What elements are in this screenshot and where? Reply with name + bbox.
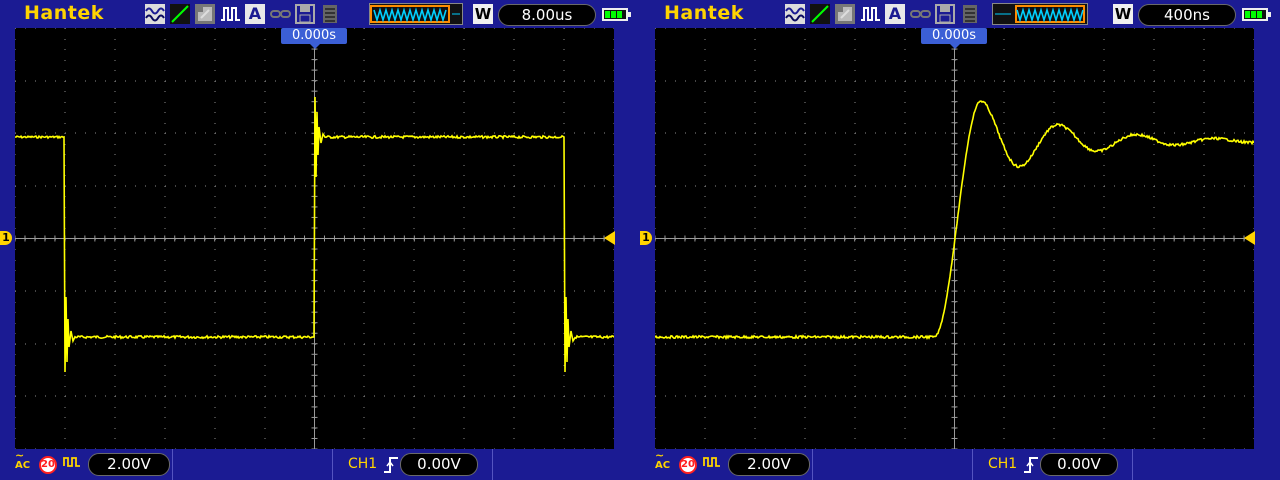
battery-cell bbox=[611, 11, 616, 18]
volts-div-readout[interactable]: 2.00V bbox=[728, 453, 810, 476]
oscilloscope-right: Hantek A W 400ns 0.000s 1 ~ AC 20 2.00V … bbox=[640, 0, 1280, 480]
memory-window-icon[interactable] bbox=[369, 3, 463, 25]
pulse-icon[interactable] bbox=[220, 4, 240, 24]
math-wave-icon[interactable] bbox=[785, 4, 805, 24]
waveform-screen[interactable] bbox=[655, 28, 1254, 449]
trigger-level-arrow[interactable] bbox=[604, 231, 615, 245]
acquire-mode-indicator[interactable]: W bbox=[473, 4, 493, 24]
coupling-icon[interactable]: ~ AC bbox=[655, 450, 671, 471]
status-divider bbox=[172, 449, 173, 480]
battery-icon bbox=[1242, 8, 1271, 21]
brand-logo: Hantek bbox=[24, 2, 104, 24]
slope-icon[interactable] bbox=[170, 4, 190, 24]
memory-window-icon[interactable] bbox=[992, 3, 1088, 25]
acquire-mode-indicator[interactable]: W bbox=[1113, 4, 1133, 24]
brand-logo: Hantek bbox=[664, 2, 744, 24]
battery-cell bbox=[1257, 11, 1262, 18]
trigger-level-readout[interactable]: 0.00V bbox=[1040, 453, 1118, 476]
list-icon[interactable] bbox=[960, 4, 980, 24]
trigger-source-label[interactable]: CH1 bbox=[988, 456, 1017, 472]
save-icon[interactable] bbox=[295, 4, 315, 24]
waveform-screen[interactable] bbox=[15, 28, 614, 449]
link-icon[interactable] bbox=[910, 4, 931, 24]
rising-edge-icon[interactable] bbox=[382, 455, 400, 479]
rising-edge-icon[interactable] bbox=[1022, 455, 1040, 479]
bandwidth-limit-icon[interactable]: 20 bbox=[39, 456, 57, 474]
status-divider bbox=[812, 449, 813, 480]
battery-cell bbox=[1251, 11, 1256, 18]
ch1-ground-marker[interactable]: 1 bbox=[640, 231, 652, 245]
slope-icon[interactable] bbox=[810, 4, 830, 24]
status-divider bbox=[492, 449, 493, 480]
auto-icon[interactable]: A bbox=[245, 4, 265, 24]
battery-icon bbox=[602, 8, 631, 21]
coupling-icon[interactable]: ~ AC bbox=[15, 450, 31, 471]
grey-display-icon[interactable] bbox=[835, 4, 855, 24]
trigger-position-flag[interactable]: 0.000s bbox=[281, 28, 347, 49]
battery-cell bbox=[605, 11, 610, 18]
timebase-readout[interactable]: 400ns bbox=[1138, 4, 1236, 26]
battery-cell bbox=[1245, 11, 1250, 18]
math-wave-icon[interactable] bbox=[145, 4, 165, 24]
save-icon[interactable] bbox=[935, 4, 955, 24]
probe-icon[interactable] bbox=[703, 454, 723, 472]
volts-div-readout[interactable]: 2.00V bbox=[88, 453, 170, 476]
trigger-level-readout[interactable]: 0.00V bbox=[400, 453, 478, 476]
trigger-source-label[interactable]: CH1 bbox=[348, 456, 377, 472]
ch1-trace bbox=[655, 100, 1254, 341]
auto-icon[interactable]: A bbox=[885, 4, 905, 24]
list-icon[interactable] bbox=[320, 4, 340, 24]
status-divider bbox=[972, 449, 973, 480]
probe-icon[interactable] bbox=[63, 454, 83, 472]
pulse-icon[interactable] bbox=[860, 4, 880, 24]
bandwidth-limit-icon[interactable]: 20 bbox=[679, 456, 697, 474]
battery-cell bbox=[617, 11, 622, 18]
link-icon[interactable] bbox=[270, 4, 291, 24]
status-divider bbox=[1132, 449, 1133, 480]
grey-display-icon[interactable] bbox=[195, 4, 215, 24]
coupling-label: AC bbox=[655, 460, 671, 471]
trigger-position-flag[interactable]: 0.000s bbox=[921, 28, 987, 49]
coupling-label: AC bbox=[15, 460, 31, 471]
ch1-ground-marker[interactable]: 1 bbox=[0, 231, 12, 245]
oscilloscope-left: Hantek A W 8.00us 0.000s 1 ~ AC 20 2.00V… bbox=[0, 0, 640, 480]
trigger-level-arrow[interactable] bbox=[1244, 231, 1255, 245]
timebase-readout[interactable]: 8.00us bbox=[498, 4, 596, 26]
ch1-trace bbox=[15, 96, 614, 373]
status-divider bbox=[332, 449, 333, 480]
